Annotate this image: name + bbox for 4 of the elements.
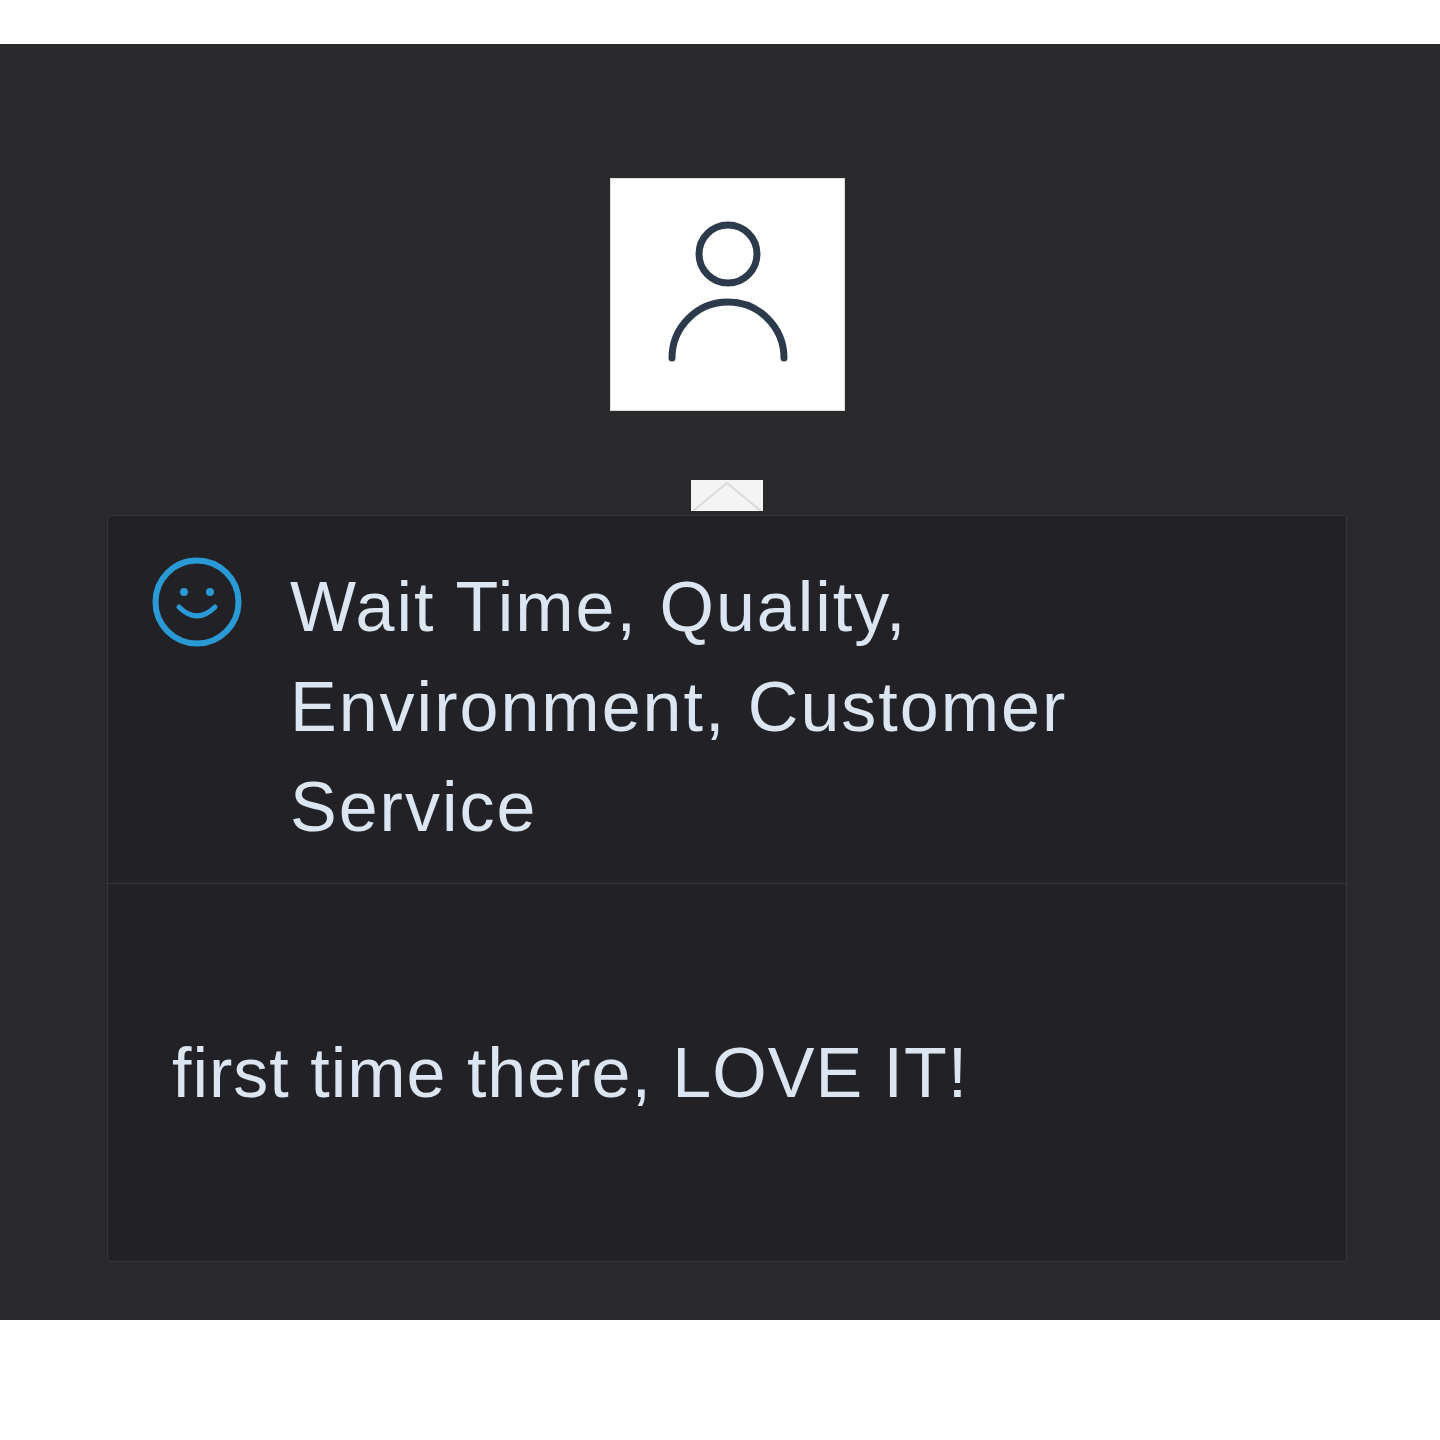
avatar-person-icon: [609, 178, 845, 411]
chevron-tab-icon: [691, 480, 763, 511]
review-tags: Wait Time, Quality, Environment, Customer Service: [290, 557, 1302, 857]
review-comment: first time there, LOVE IT!: [172, 1032, 969, 1114]
